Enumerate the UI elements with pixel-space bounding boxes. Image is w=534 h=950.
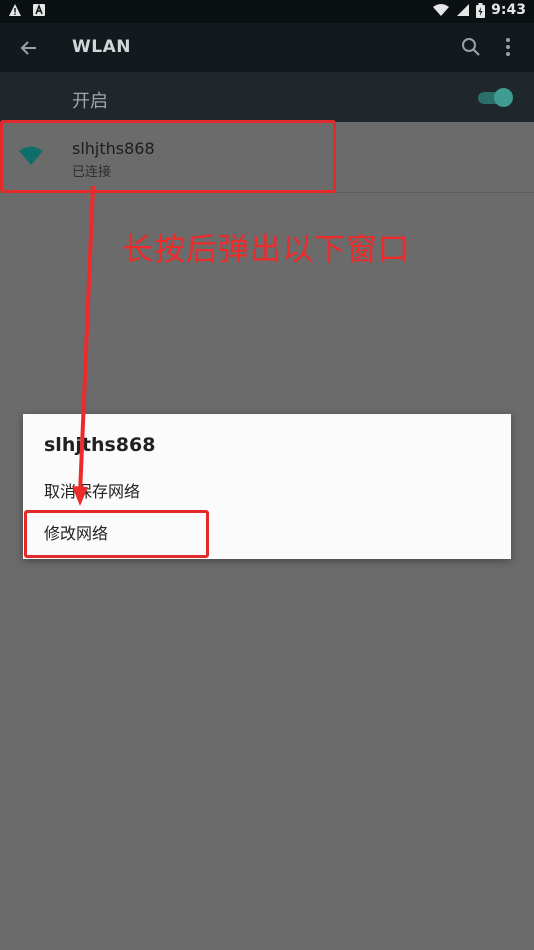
cell-signal-icon xyxy=(457,4,470,16)
wlan-toggle[interactable] xyxy=(478,88,513,107)
annotation-highlight-modify xyxy=(24,510,209,558)
wifi-signal-icon xyxy=(433,4,450,16)
warning-icon xyxy=(9,4,21,16)
battery-icon xyxy=(476,2,486,18)
dialog-title: slhjths868 xyxy=(44,434,156,456)
arrow-left-icon[interactable] xyxy=(18,37,40,59)
annotation-highlight-network xyxy=(0,120,336,193)
toggle-thumb xyxy=(494,88,513,107)
status-time: 9:43 xyxy=(491,2,526,18)
page-title: WLAN xyxy=(72,37,131,57)
wlan-master-switch-row[interactable]: 开启 xyxy=(0,72,534,122)
notification-a-icon xyxy=(33,3,45,16)
app-bar: WLAN xyxy=(0,23,534,72)
forget-network-option[interactable]: 取消保存网络 xyxy=(44,478,140,502)
more-vert-icon[interactable] xyxy=(498,36,518,58)
status-bar: 9:43 xyxy=(0,0,534,23)
switch-label: 开启 xyxy=(72,91,108,112)
search-icon[interactable] xyxy=(460,36,482,58)
annotation-text: 长按后弹出以下窗口 xyxy=(122,232,410,268)
